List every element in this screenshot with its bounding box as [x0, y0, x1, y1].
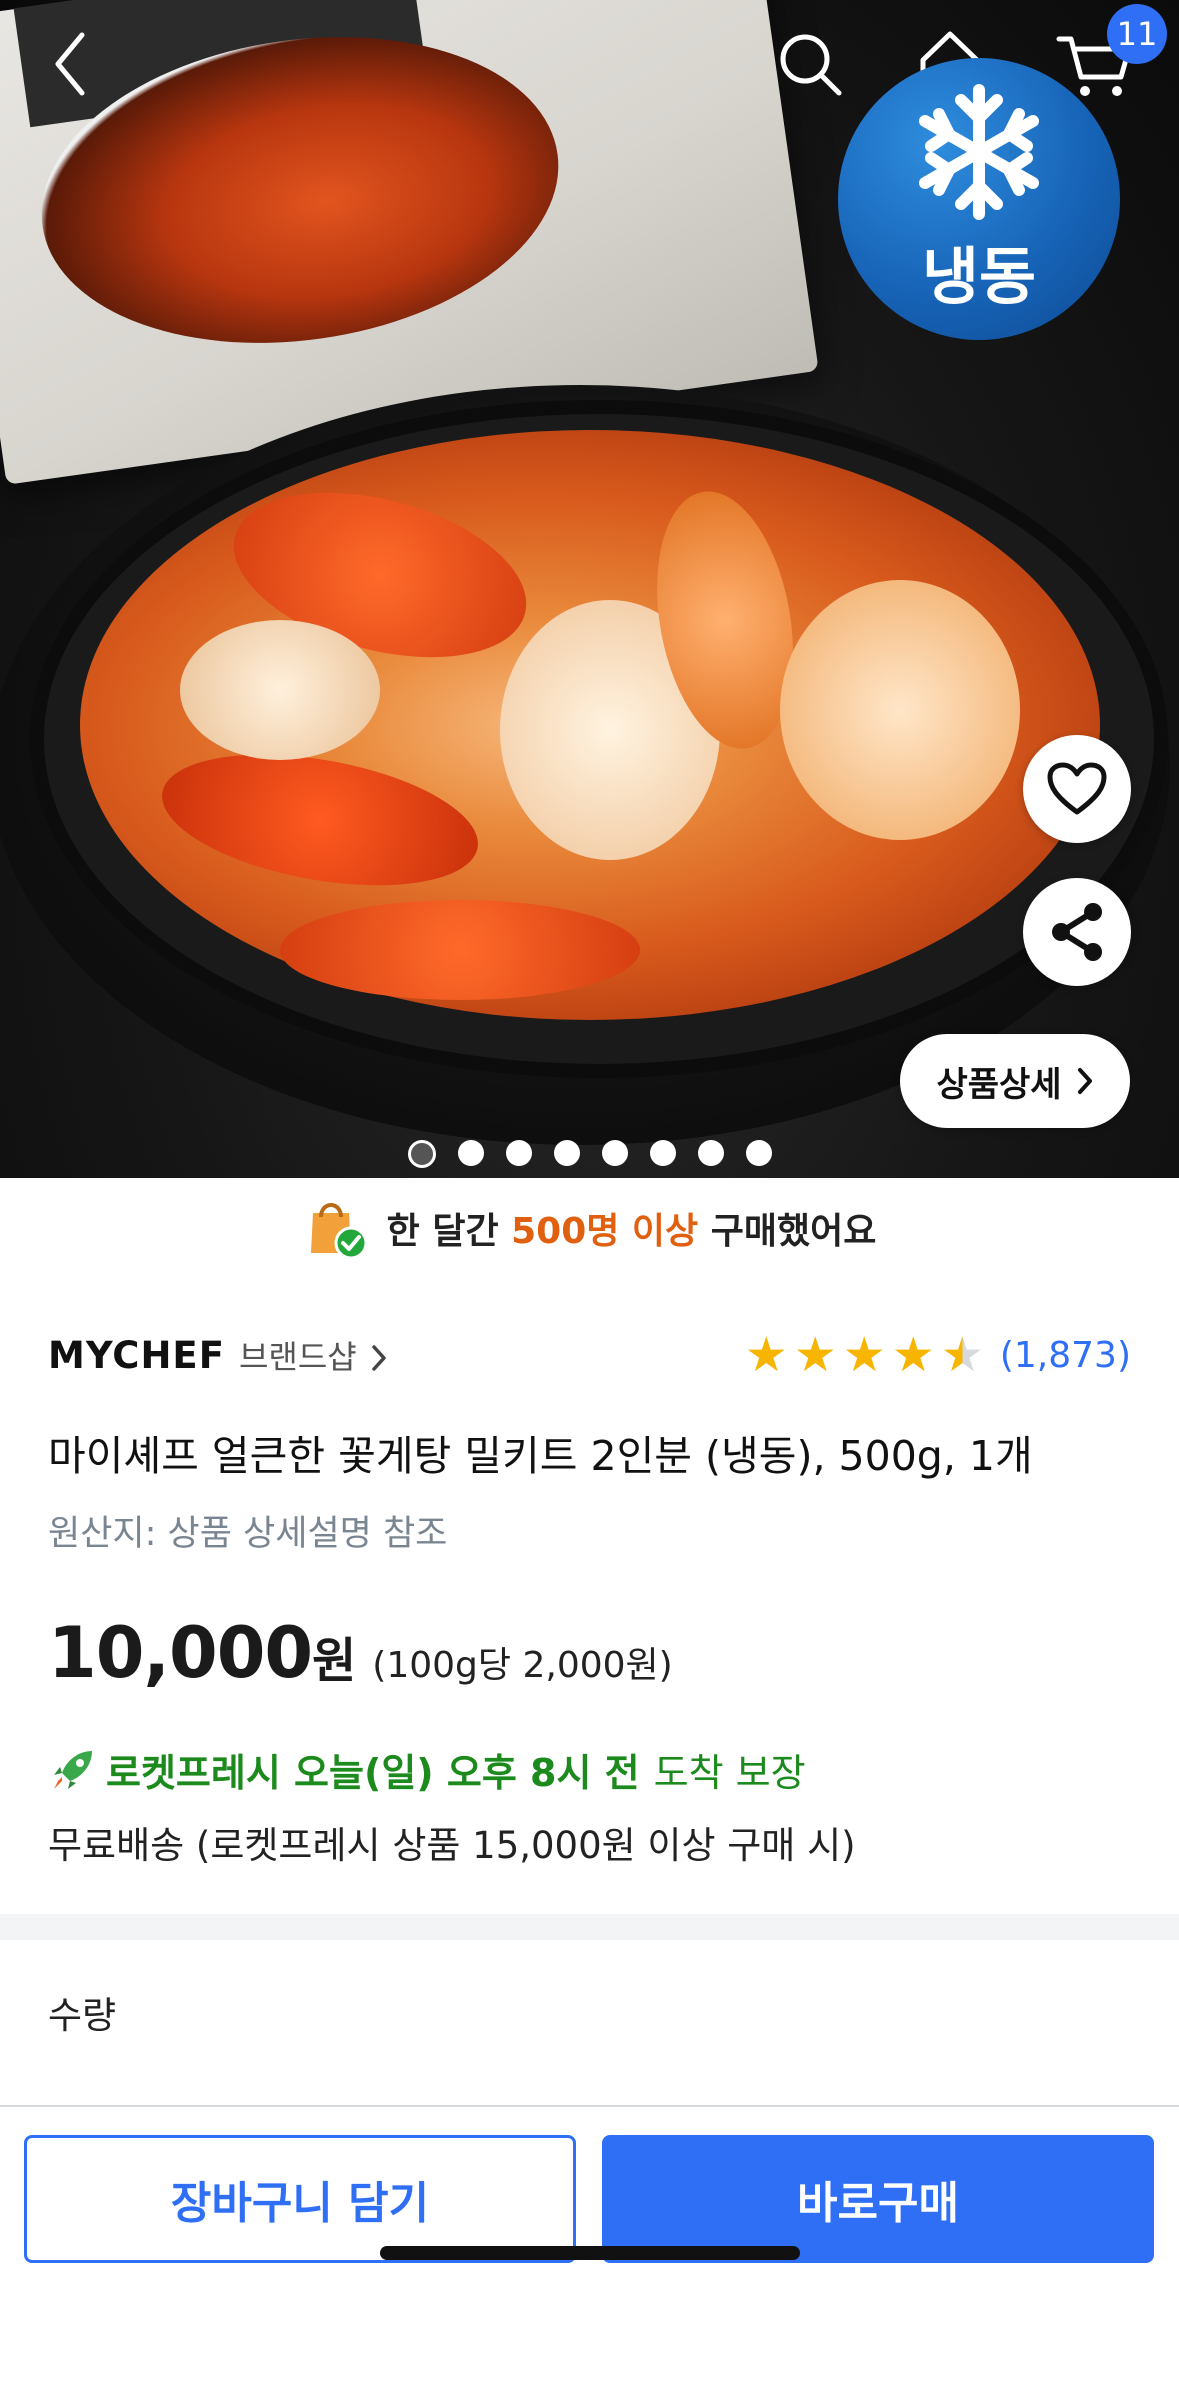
share-button[interactable] [1023, 878, 1131, 986]
chevron-right-icon [372, 1345, 386, 1371]
pagination-dot[interactable] [407, 1140, 436, 1168]
wishlist-button[interactable] [1023, 735, 1131, 843]
product-image-carousel[interactable]: 11 냉동 상품상세 [0, 0, 1179, 1178]
back-button[interactable] [40, 24, 100, 104]
star-icon: ★ [891, 1327, 935, 1383]
share-icon [1052, 903, 1102, 961]
unit-price: (100g당 2,000원) [372, 1645, 673, 1686]
product-detail-button[interactable]: 상품상세 [900, 1034, 1130, 1128]
add-to-cart-button[interactable]: 장바구니 담기 [24, 2135, 576, 2263]
product-title: 마이셰프 얼큰한 꽃게탕 밀키트 2인분 (냉동), 500g, 1개 [48, 1432, 1033, 1480]
brand-shop-label: 브랜드샵 [238, 1338, 357, 1376]
free-shipping-info: 무료배송 (로켓프레시 상품 15,000원 이상 구매 시) [48, 1824, 856, 1867]
crab-piece [180, 620, 380, 760]
heart-icon [1047, 762, 1107, 815]
frozen-label: 냉동 [921, 240, 1037, 313]
crab-piece [280, 900, 640, 1000]
brand-name[interactable]: MYCHEF [48, 1334, 225, 1377]
search-button[interactable] [770, 24, 850, 104]
search-icon [780, 34, 842, 96]
frozen-badge: 냉동 [838, 58, 1120, 340]
shopping-bag-check-icon [310, 1203, 368, 1260]
star-icon: ★ [744, 1327, 788, 1383]
back-icon [55, 32, 85, 96]
banner-highlight: 500명 이상 [511, 1211, 699, 1252]
star-icon: ★ [793, 1327, 837, 1383]
price-row: 10,000 원 (100g당 2,000원) [48, 1612, 673, 1694]
pagination-dot[interactable] [457, 1140, 484, 1166]
crab-piece [780, 580, 1020, 840]
delivery-info: 로켓프레시 오늘(일) 오후 8시 전 도착 보장 [48, 1742, 806, 1797]
pagination-dot[interactable] [553, 1140, 580, 1166]
product-detail-label: 상품상세 [936, 1064, 1062, 1105]
price-unit: 원 [312, 1633, 357, 1689]
brand-row: MYCHEF 브랜드샵 ★ ★ ★ ★ ★ (1,873) [48, 1325, 1131, 1385]
star-half-icon: ★ [940, 1327, 984, 1383]
price: 10,000 [48, 1612, 313, 1694]
rating[interactable]: ★ ★ ★ ★ ★ (1,873) [745, 1331, 1131, 1379]
carousel-pagination [0, 1140, 1179, 1168]
rating-count[interactable]: (1,873) [1000, 1335, 1131, 1376]
banner-suffix: 구매했어요 [710, 1211, 877, 1252]
pagination-dot[interactable] [505, 1140, 532, 1166]
cart-count-badge: 11 [1107, 4, 1167, 64]
pagination-dot[interactable] [697, 1140, 724, 1166]
brand-shop-link[interactable]: 브랜드샵 [239, 1332, 387, 1378]
origin-info: 원산지: 상품 상세설명 참조 [48, 1514, 448, 1554]
rocket-icon [54, 1750, 92, 1789]
star-icon: ★ [842, 1327, 886, 1383]
home-indicator[interactable] [380, 2246, 800, 2260]
section-divider [0, 1914, 1179, 1940]
purchase-count-banner: 한 달간 500명 이상 구매했어요 [0, 1178, 1179, 1278]
pagination-dot[interactable] [745, 1140, 772, 1166]
pagination-dot[interactable] [601, 1140, 628, 1166]
chevron-right-icon [1077, 1068, 1092, 1094]
snowflake-icon [919, 84, 1039, 220]
buy-now-button[interactable]: 바로구매 [602, 2135, 1154, 2263]
banner-prefix: 한 달간 [386, 1211, 499, 1252]
delivery-guarantee-suffix: 도착 보장 [653, 1751, 806, 1795]
delivery-guarantee: 로켓프레시 오늘(일) 오후 8시 전 [106, 1751, 640, 1795]
pagination-dot[interactable] [649, 1140, 676, 1166]
quantity-label: 수량 [48, 1994, 117, 2037]
